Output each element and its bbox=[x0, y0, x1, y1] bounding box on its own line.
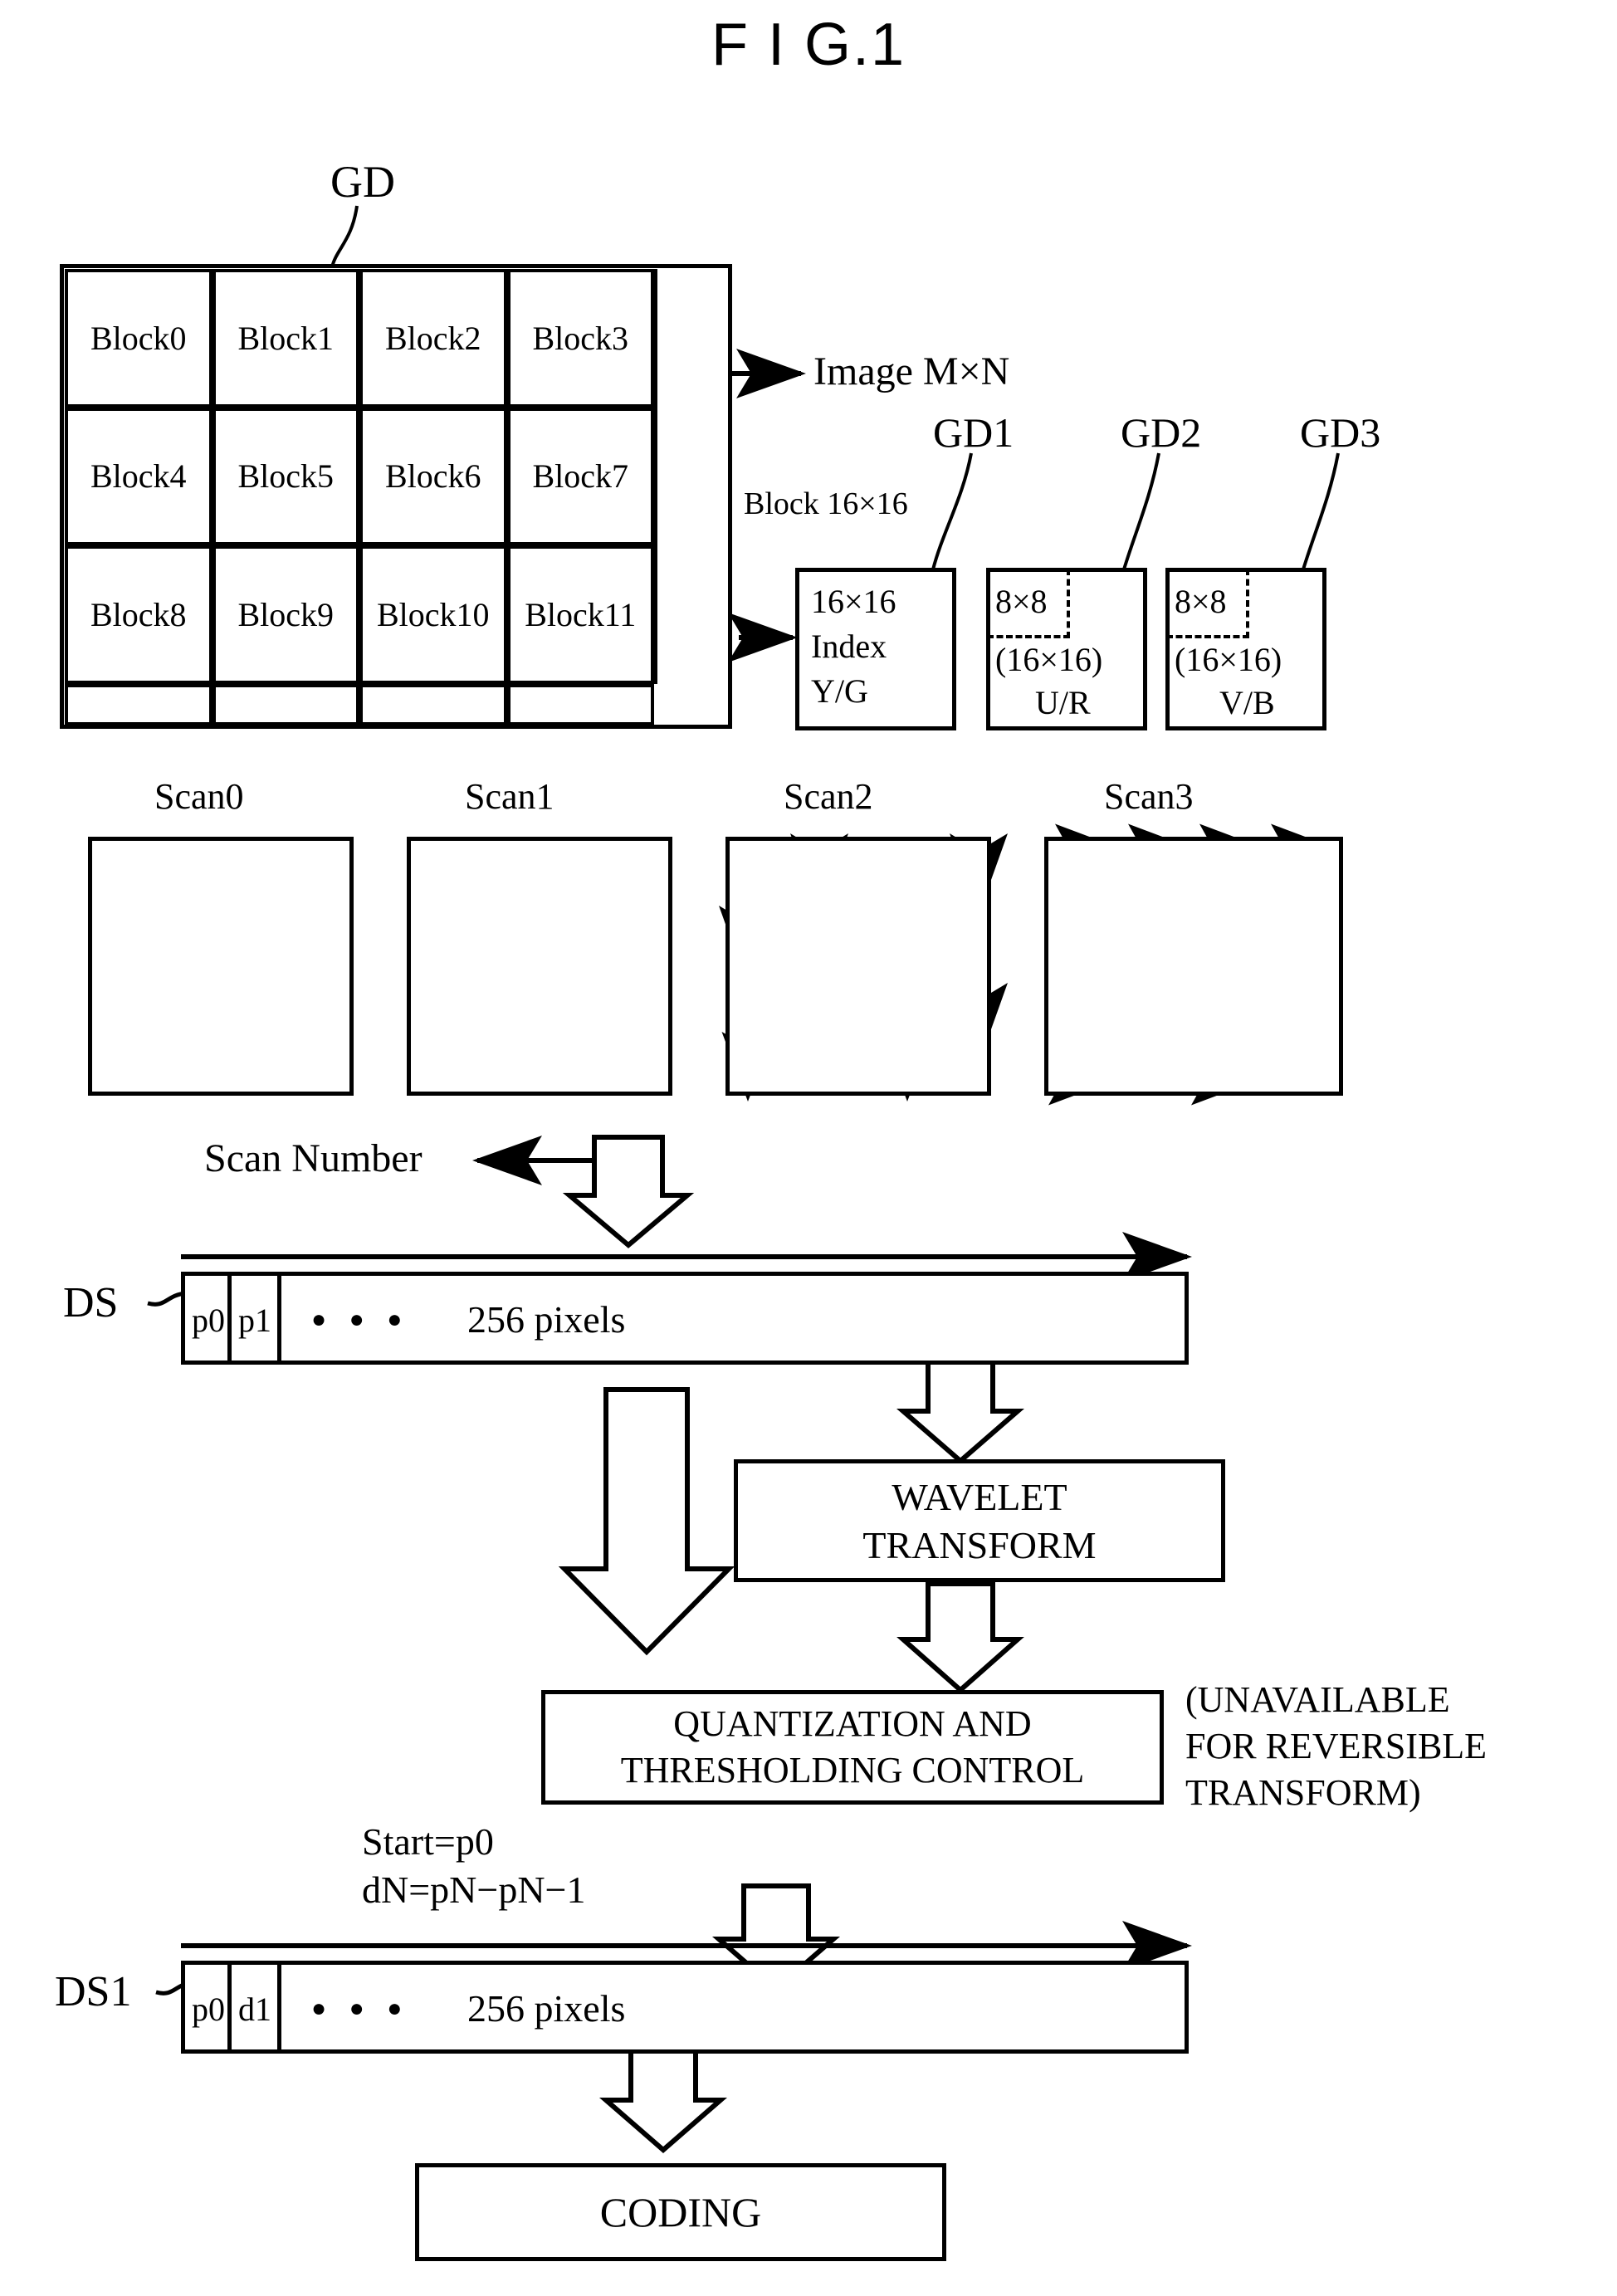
block-label: Block0 bbox=[90, 319, 187, 357]
block-label: Block3 bbox=[532, 319, 629, 357]
image-grid-right-strip bbox=[654, 269, 657, 684]
grid-block: Block9 bbox=[212, 545, 359, 684]
scan2-box bbox=[725, 837, 991, 1096]
delta-formula-line2: dN=pN−pN−1 bbox=[362, 1869, 586, 1911]
scan1-box bbox=[407, 837, 672, 1096]
gd2-pointer-label: GD2 bbox=[1121, 409, 1202, 456]
gd1-pointer-label: GD1 bbox=[933, 409, 1014, 456]
grid-block: Block4 bbox=[65, 407, 213, 546]
note-line3: TRANSFORM) bbox=[1185, 1772, 1421, 1813]
ds1-label: DS1 bbox=[55, 1968, 132, 2015]
ds1-cell-d1-label: d1 bbox=[238, 1991, 271, 2028]
gd1-line3: Y/G bbox=[811, 672, 868, 710]
scan2-label: Scan2 bbox=[784, 776, 873, 817]
coding-box: CODING bbox=[415, 2163, 946, 2261]
gd3-line1: 8×8 bbox=[1175, 583, 1227, 620]
gd1-line1: 16×16 bbox=[811, 583, 896, 620]
gd-pointer-label: GD bbox=[330, 157, 395, 207]
gd2-line1: 8×8 bbox=[995, 583, 1048, 620]
block-label: Block5 bbox=[237, 457, 335, 496]
wavelet-transform-box: WAVELET TRANSFORM bbox=[734, 1459, 1225, 1582]
scan0-label: Scan0 bbox=[154, 776, 244, 817]
ds-cell-p1-label: p1 bbox=[238, 1302, 271, 1339]
block-label: Block4 bbox=[90, 457, 187, 496]
gd1-plane-box: 16×16 Index Y/G bbox=[795, 568, 956, 730]
note-line1: (UNAVAILABLE bbox=[1185, 1679, 1450, 1720]
grid-block: Block0 bbox=[65, 269, 213, 408]
block-label: Block7 bbox=[532, 457, 629, 496]
gd3-pointer-label: GD3 bbox=[1300, 409, 1381, 456]
wavelet-line2: TRANSFORM bbox=[862, 1524, 1097, 1566]
gd1-line2: Index bbox=[811, 628, 887, 665]
grid-block: Block11 bbox=[506, 545, 654, 684]
gd3-line2: (16×16) bbox=[1175, 641, 1282, 678]
block-label: Block8 bbox=[90, 596, 187, 634]
scan0-box bbox=[88, 837, 354, 1096]
ds1-length-label: 256 pixels bbox=[467, 1987, 626, 2030]
delta-formula-line1: Start=p0 bbox=[362, 1820, 494, 1863]
grid-block-partial bbox=[506, 684, 654, 725]
gd2-line2: (16×16) bbox=[995, 641, 1103, 678]
block-label: Block2 bbox=[384, 319, 481, 357]
coding-label: CODING bbox=[599, 2189, 762, 2235]
ds-bar: p0 p1 ● ● ● 256 pixels bbox=[181, 1272, 1189, 1365]
image-grid-partial-row bbox=[65, 684, 654, 725]
quantization-line2: THRESHOLDING CONTROL bbox=[620, 1750, 1085, 1790]
grid-block-partial bbox=[359, 684, 507, 725]
image-size-label: Image M×N bbox=[813, 349, 1010, 393]
grid-block: Block7 bbox=[506, 407, 654, 546]
quantization-box: QUANTIZATION AND THRESHOLDING CONTROL bbox=[541, 1690, 1164, 1805]
scan-number-label: Scan Number bbox=[204, 1136, 423, 1180]
grid-block: Block8 bbox=[65, 545, 213, 684]
gd2-line3: U/R bbox=[1035, 684, 1091, 721]
block-label: Block1 bbox=[237, 319, 335, 357]
grid-block-partial bbox=[212, 684, 359, 725]
grid-block: Block6 bbox=[359, 407, 507, 546]
block-label: Block11 bbox=[525, 596, 637, 634]
wavelet-line1: WAVELET bbox=[892, 1476, 1067, 1518]
ds1-cell-p0-label: p0 bbox=[192, 1991, 225, 2028]
image-grid-blocks: Block0 Block1 Block2 Block3 Block4 Block… bbox=[65, 269, 654, 684]
block-label: Block6 bbox=[384, 457, 481, 496]
ds-ellipsis: ● ● ● bbox=[311, 1306, 411, 1333]
block-label: Block10 bbox=[376, 596, 490, 634]
note-line2: FOR REVERSIBLE bbox=[1185, 1726, 1488, 1766]
quantization-line1: QUANTIZATION AND bbox=[673, 1703, 1032, 1744]
scan3-label: Scan3 bbox=[1104, 776, 1194, 817]
ds-cell-p0-label: p0 bbox=[192, 1302, 225, 1339]
gd2-plane-box: 8×8 (16×16) U/R bbox=[986, 568, 1147, 730]
grid-block: Block5 bbox=[212, 407, 359, 546]
scan3-box bbox=[1044, 837, 1343, 1096]
gd3-plane-box: 8×8 (16×16) V/B bbox=[1165, 568, 1326, 730]
ds-length-label: 256 pixels bbox=[467, 1298, 626, 1341]
gd3-line3: V/B bbox=[1219, 684, 1275, 721]
ds-label: DS bbox=[63, 1279, 119, 1326]
ds1-ellipsis: ● ● ● bbox=[311, 1995, 411, 2022]
scan1-label: Scan1 bbox=[465, 776, 554, 817]
grid-block: Block3 bbox=[506, 269, 654, 408]
page-title: F I G.1 bbox=[711, 12, 906, 78]
block-size-label: Block 16×16 bbox=[744, 486, 908, 521]
block-label: Block9 bbox=[237, 596, 335, 634]
grid-block: Block1 bbox=[212, 269, 359, 408]
grid-block-partial bbox=[65, 684, 213, 725]
ds1-bar: p0 d1 ● ● ● 256 pixels bbox=[181, 1961, 1189, 2054]
grid-block: Block10 bbox=[359, 545, 507, 684]
grid-block: Block2 bbox=[359, 269, 507, 408]
